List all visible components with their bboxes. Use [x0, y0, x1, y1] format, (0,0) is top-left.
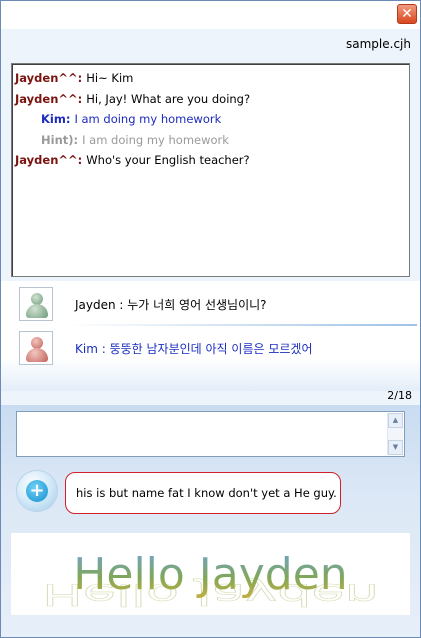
green-user-icon [19, 287, 53, 321]
chat-line: Jayden^^: Hi, Jay! What are you doing? [15, 89, 406, 110]
close-icon: ✕ [401, 6, 413, 22]
chat-message: I am doing my homework [74, 112, 222, 126]
chat-message: Hi~ Kim [86, 71, 134, 85]
plus-circle-icon: + [26, 480, 48, 502]
answer-text: his is but name fat I know don't yet a H… [76, 486, 337, 500]
chat-line: Kim: I am doing my homework [15, 109, 406, 130]
translation-panel: Jayden : 누가 너희 영어 선생님이니? Kim : 뚱뚱한 남자분인데… [1, 281, 420, 391]
chat-message: Who's your English teacher? [86, 153, 250, 167]
page-counter: 2/18 [387, 389, 412, 402]
chat-speaker: Kim: [41, 112, 71, 126]
chat-message: Hi, Jay! What are you doing? [86, 91, 251, 106]
chat-speaker: Jayden^^: [15, 91, 83, 106]
message-input[interactable]: ▲ ▼ [16, 411, 405, 457]
chat-window: ✕ sample.cjh Jayden^^: Hi~ Kim Jayden^^: H… [0, 0, 421, 638]
close-button[interactable]: ✕ [397, 4, 417, 24]
add-answer-button[interactable]: + [17, 471, 57, 511]
scrollbar[interactable]: ▲ ▼ [387, 413, 403, 455]
title-bar: ✕ [1, 1, 420, 29]
banner: Hello Jayden Hello Jayden [11, 533, 410, 615]
chat-speaker: Jayden^^: [15, 153, 83, 167]
chat-line: Jayden^^: Hi~ Kim [15, 68, 406, 89]
scroll-down-icon[interactable]: ▼ [388, 440, 403, 455]
red-user-icon [19, 331, 53, 365]
translation-text: Jayden : 누가 너희 영어 선생님이니? [75, 298, 267, 312]
file-name: sample.cjh [346, 37, 411, 51]
chat-line: Jayden^^: Who's your English teacher? [15, 150, 406, 171]
scroll-up-icon[interactable]: ▲ [388, 413, 403, 428]
hint-label: Hint): [41, 132, 79, 147]
hint-text: I am doing my homework [82, 132, 229, 147]
divider [67, 324, 417, 326]
answer-bubble[interactable]: his is but name fat I know don't yet a H… [65, 472, 341, 514]
chat-speaker: Jayden^^: [15, 71, 83, 85]
banner-title: Hello Jayden [11, 549, 410, 600]
hint-line: Hint): I am doing my homework [15, 130, 406, 151]
chat-log[interactable]: Jayden^^: Hi~ Kim Jayden^^: Hi, Jay! What … [11, 63, 410, 277]
translation-text: Kim : 뚱뚱한 남자분인데 아직 이름은 모르겠어 [75, 342, 313, 356]
